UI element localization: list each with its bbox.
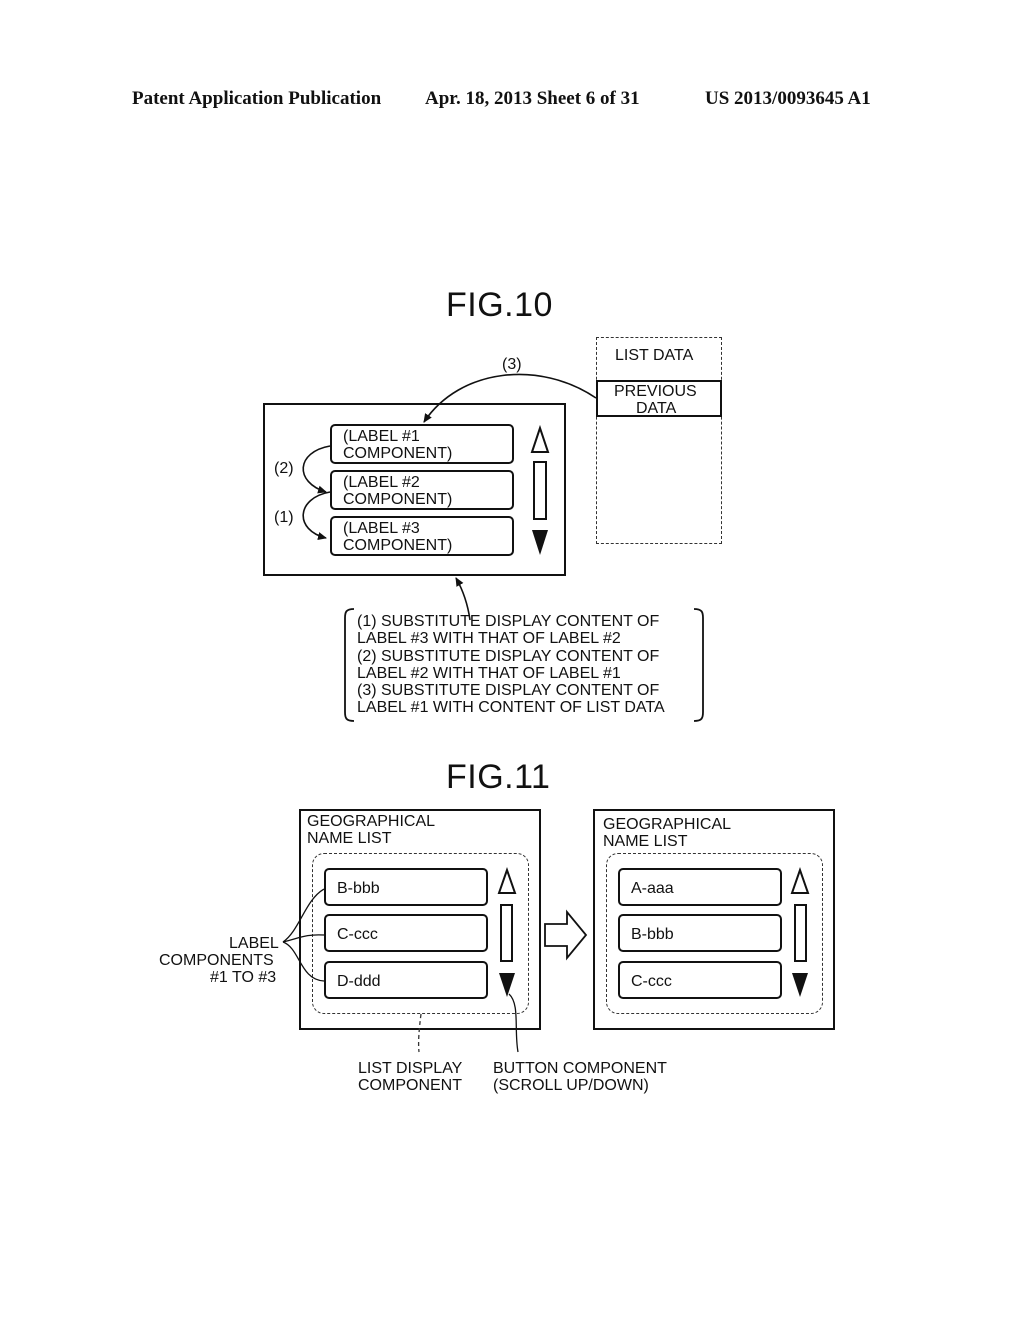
callout-button-line2: (SCROLL UP/DOWN) [493, 1077, 649, 1094]
label-component-3[interactable]: (LABEL #3 COMPONENT) [330, 516, 514, 556]
publication-label: Patent Application Publication [132, 88, 382, 109]
fig11-title: FIG.11 [446, 758, 551, 796]
list-data-title: LIST DATA [615, 347, 694, 364]
note-line: LABEL #2 WITH THAT OF LABEL #1 [357, 665, 621, 682]
label-2-line1: (LABEL #2 [343, 474, 420, 491]
previous-data-line1: PREVIOUS [614, 383, 697, 400]
label-2-line2: COMPONENT) [343, 491, 453, 508]
note-line: LABEL #3 WITH THAT OF LABEL #2 [357, 630, 621, 647]
before-item-text: B-bbb [337, 880, 380, 897]
fig10-scrollbar[interactable] [533, 461, 547, 520]
callout-label-line1: LABEL [229, 935, 279, 952]
label-3-line2: COMPONENT) [343, 537, 453, 554]
after-list-item[interactable]: B-bbb [618, 914, 782, 952]
note-line: (2) SUBSTITUTE DISPLAY CONTENT OF [357, 648, 660, 665]
note-line: (3) SUBSTITUTE DISPLAY CONTENT OF [357, 682, 660, 699]
before-item-text: D-ddd [337, 973, 381, 990]
previous-data-line2: DATA [636, 400, 677, 417]
label-1-line2: COMPONENT) [343, 445, 453, 462]
callout-label-line2: COMPONENTS [159, 952, 274, 969]
patent-number: US 2013/0093645 A1 [705, 88, 871, 109]
transition-arrow-icon [544, 909, 588, 961]
note-bracket-right [693, 608, 704, 722]
step-marker-1: (1) [274, 509, 294, 526]
before-title-line2: NAME LIST [307, 830, 392, 847]
callout-button-line1: BUTTON COMPONENT [493, 1060, 667, 1077]
note-line: LABEL #1 WITH CONTENT OF LIST DATA [357, 699, 665, 716]
label-component-2[interactable]: (LABEL #2 COMPONENT) [330, 470, 514, 510]
note-bracket-left [344, 608, 355, 722]
label-3-line1: (LABEL #3 [343, 520, 420, 537]
fig10-title: FIG.10 [446, 286, 553, 324]
before-title-line1: GEOGRAPHICAL [307, 813, 436, 830]
date-sheet: Apr. 18, 2013 Sheet 6 of 31 [425, 88, 640, 109]
before-list-item[interactable]: D-ddd [324, 961, 488, 999]
label-1-line1: (LABEL #1 [343, 428, 420, 445]
before-item-text: C-ccc [337, 926, 378, 943]
after-title-line1: GEOGRAPHICAL [603, 816, 732, 833]
callout-label-line3: #1 TO #3 [210, 969, 277, 986]
after-item-text: C-ccc [631, 973, 672, 990]
label-component-1[interactable]: (LABEL #1 COMPONENT) [330, 424, 514, 464]
after-item-text: A-aaa [631, 880, 674, 897]
after-list-item[interactable]: C-ccc [618, 961, 782, 999]
after-title-line2: NAME LIST [603, 833, 688, 850]
before-list-item[interactable]: B-bbb [324, 868, 488, 906]
step-marker-3: (3) [502, 356, 522, 373]
note-line: (1) SUBSTITUTE DISPLAY CONTENT OF [357, 613, 660, 630]
callout-list-display-line2: COMPONENT [358, 1077, 462, 1094]
callout-list-display-line1: LIST DISPLAY [358, 1060, 463, 1077]
before-scrollbar[interactable] [500, 904, 513, 962]
after-item-text: B-bbb [631, 926, 674, 943]
after-scrollbar[interactable] [794, 904, 807, 962]
after-list-item[interactable]: A-aaa [618, 868, 782, 906]
step-marker-2: (2) [274, 460, 294, 477]
list-data-frame [596, 337, 722, 544]
before-list-item[interactable]: C-ccc [324, 914, 488, 952]
